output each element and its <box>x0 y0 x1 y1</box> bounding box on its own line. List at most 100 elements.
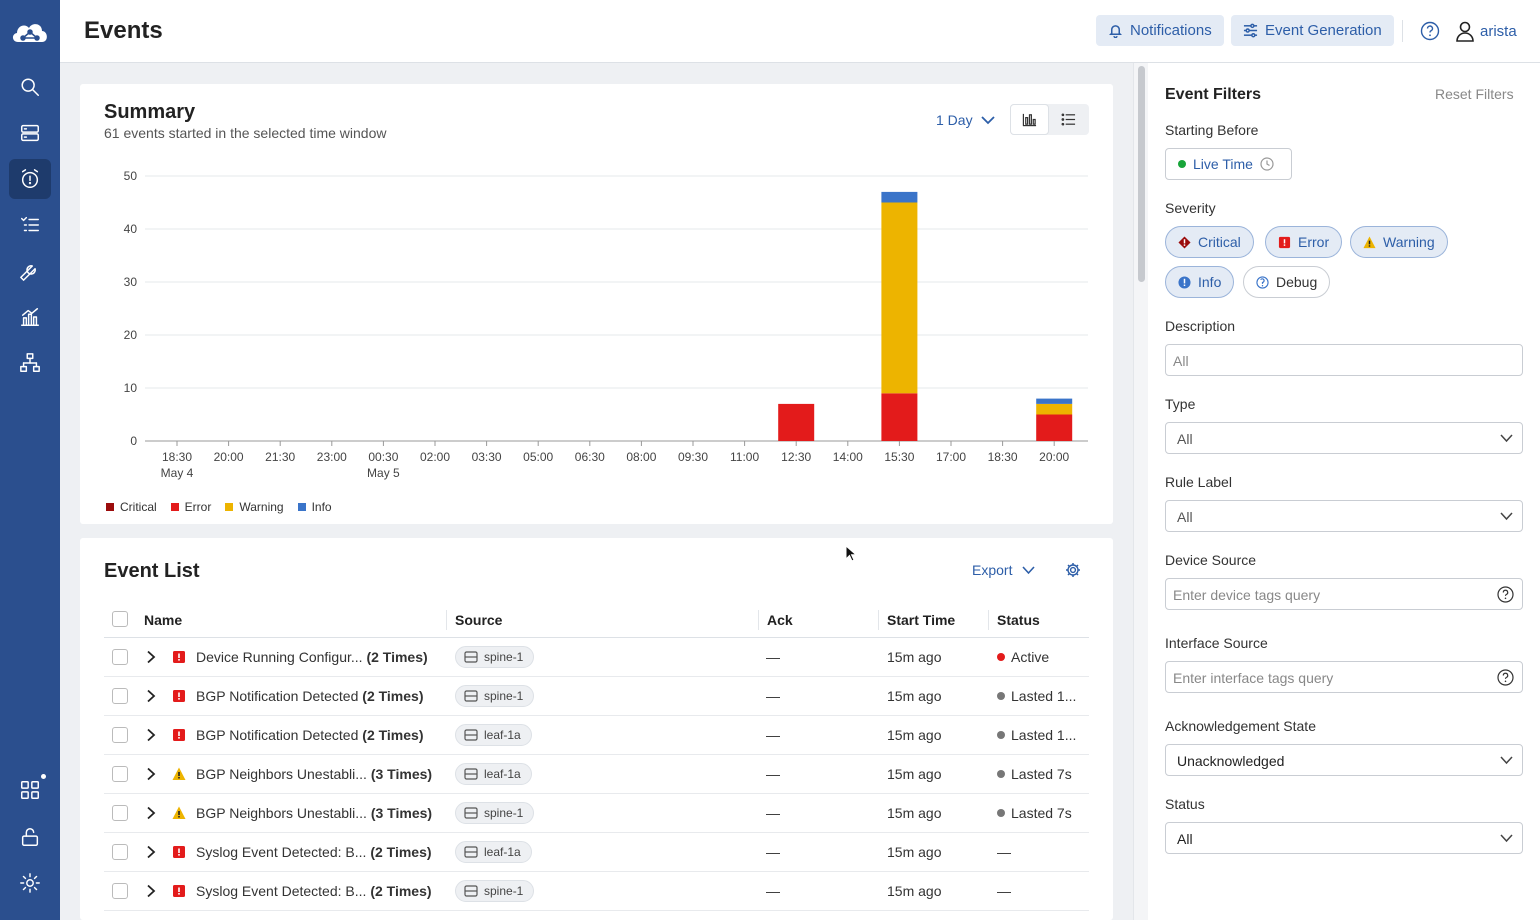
devices-icon[interactable] <box>9 113 51 153</box>
event-generation-button[interactable]: Event Generation <box>1231 15 1394 46</box>
row-checkbox[interactable] <box>112 883 128 899</box>
event-name[interactable]: BGP Neighbors Unestabli... (3 Times) <box>196 805 432 821</box>
chevron-right-icon[interactable] <box>144 689 158 703</box>
error-icon <box>173 885 185 897</box>
legend-item-error[interactable]: Error <box>170 500 212 514</box>
table-row[interactable]: BGP Notification Detected (2 Times) leaf-… <box>104 716 1089 755</box>
table-row[interactable]: Device Running Configur... (2 Times) spin… <box>104 638 1089 677</box>
chevron-right-icon[interactable] <box>144 845 158 859</box>
row-checkbox[interactable] <box>112 766 128 782</box>
interface-source-input[interactable]: Enter interface tags query <box>1165 661 1523 693</box>
event-name[interactable]: Device Running Configur... (2 Times) <box>196 649 428 665</box>
legend-item-info[interactable]: Info <box>297 500 332 514</box>
severity-chip-warning[interactable]: Warning <box>1350 226 1448 258</box>
chevron-right-icon[interactable] <box>144 650 158 664</box>
table-row[interactable]: Syslog Event Detected: B... (2 Times) spi… <box>104 872 1089 911</box>
apps-icon[interactable] <box>9 770 51 810</box>
y-tick-label: 40 <box>124 222 138 236</box>
row-checkbox[interactable] <box>112 844 128 860</box>
x-tick-label: 17:00 <box>936 450 966 464</box>
scrollbar-thumb[interactable] <box>1138 66 1145 282</box>
tasks-icon[interactable] <box>9 205 51 245</box>
row-checkbox[interactable] <box>112 727 128 743</box>
x-tick-label: 12:30 <box>781 450 811 464</box>
row-checkbox[interactable] <box>112 805 128 821</box>
source-tag[interactable]: spine-1 <box>455 646 535 668</box>
device-source-label: Device Source <box>1165 552 1257 568</box>
header-divider <box>1402 20 1403 42</box>
notifications-button[interactable]: Notifications <box>1096 15 1224 46</box>
x-tick-label: 15:30 <box>884 450 914 464</box>
column-divider <box>446 610 447 630</box>
reset-filters-button[interactable]: Reset Filters <box>1435 86 1514 102</box>
apps-notification-dot <box>41 774 46 779</box>
event-name[interactable]: Syslog Event Detected: B... (2 Times) <box>196 883 432 899</box>
live-time-button[interactable]: Live Time <box>1165 148 1292 180</box>
source-tag[interactable]: spine-1 <box>455 802 535 824</box>
events-icon[interactable] <box>9 159 51 199</box>
main-scrollbar[interactable] <box>1133 63 1148 920</box>
topology-icon[interactable] <box>9 343 51 383</box>
column-ack[interactable]: Ack <box>767 612 793 628</box>
event-name[interactable]: BGP Notification Detected (2 Times) <box>196 688 424 704</box>
source-name: spine-1 <box>484 884 524 898</box>
source-tag[interactable]: spine-1 <box>455 685 535 707</box>
source-tag[interactable]: leaf-1a <box>455 841 532 863</box>
legend-item-critical[interactable]: Critical <box>106 500 157 514</box>
access-icon[interactable] <box>9 817 51 857</box>
legend-item-warning[interactable]: Warning <box>225 500 284 514</box>
device-source-input[interactable]: Enter device tags query <box>1165 578 1523 610</box>
chevron-down-icon <box>1500 434 1513 443</box>
help-icon[interactable] <box>1497 586 1514 603</box>
rule-label-select[interactable]: All <box>1165 500 1523 532</box>
type-select[interactable]: All <box>1165 422 1523 454</box>
settings-icon[interactable] <box>9 863 51 903</box>
export-button[interactable]: Export <box>972 562 1036 578</box>
event-name[interactable]: BGP Neighbors Unestabli... (3 Times) <box>196 766 432 782</box>
status-cell: Active <box>997 649 1049 665</box>
cloud-logo-icon[interactable] <box>0 12 60 52</box>
chevron-right-icon[interactable] <box>144 728 158 742</box>
status-text: — <box>997 844 1011 860</box>
column-source[interactable]: Source <box>455 612 502 628</box>
provisioning-icon[interactable] <box>9 251 51 291</box>
source-tag[interactable]: leaf-1a <box>455 724 532 746</box>
event-name[interactable]: BGP Notification Detected (2 Times) <box>196 727 424 743</box>
status-select[interactable]: All <box>1165 822 1523 854</box>
select-all-checkbox[interactable] <box>112 611 128 627</box>
source-tag[interactable]: leaf-1a <box>455 763 532 785</box>
table-row[interactable]: Syslog Event Detected: B... (2 Times) lea… <box>104 833 1089 872</box>
severity-chip-debug[interactable]: Debug <box>1243 266 1331 298</box>
chevron-right-icon[interactable] <box>144 767 158 781</box>
row-checkbox[interactable] <box>112 688 128 704</box>
event-name[interactable]: Syslog Event Detected: B... (2 Times) <box>196 844 432 860</box>
table-row[interactable]: BGP Notification Detected (2 Times) spine… <box>104 677 1089 716</box>
legend-label: Error <box>184 500 212 514</box>
source-tag[interactable]: spine-1 <box>455 880 535 902</box>
gear-icon[interactable] <box>1065 562 1081 578</box>
legend-swatch <box>225 503 234 511</box>
user-icon[interactable] <box>1454 20 1476 42</box>
device-icon <box>464 768 478 780</box>
row-checkbox[interactable] <box>112 649 128 665</box>
dashboards-icon[interactable] <box>9 297 51 337</box>
user-name[interactable]: arista <box>1480 23 1517 40</box>
severity-chip-critical[interactable]: Critical <box>1165 226 1254 258</box>
status-text: Active <box>1011 649 1050 665</box>
table-row[interactable]: BGP Neighbors Unestabli... (3 Times) spin… <box>104 794 1089 833</box>
severity-chip-info[interactable]: Info <box>1165 266 1235 298</box>
table-row[interactable]: BGP Neighbors Unestabli... (3 Times) leaf… <box>104 755 1089 794</box>
description-input[interactable]: All <box>1165 344 1523 376</box>
column-status[interactable]: Status <box>997 612 1040 628</box>
chevron-right-icon[interactable] <box>144 884 158 898</box>
start-time: 15m ago <box>887 883 942 899</box>
help-icon[interactable] <box>1420 21 1440 41</box>
chevron-right-icon[interactable] <box>144 806 158 820</box>
help-icon[interactable] <box>1497 669 1514 686</box>
page-title: Events <box>84 17 163 44</box>
severity-chip-error[interactable]: Error <box>1265 226 1343 258</box>
ack-state-select[interactable]: Unacknowledged <box>1165 744 1523 776</box>
column-name[interactable]: Name <box>144 612 182 628</box>
search-icon[interactable] <box>9 67 51 107</box>
column-start-time[interactable]: Start Time <box>887 612 955 628</box>
